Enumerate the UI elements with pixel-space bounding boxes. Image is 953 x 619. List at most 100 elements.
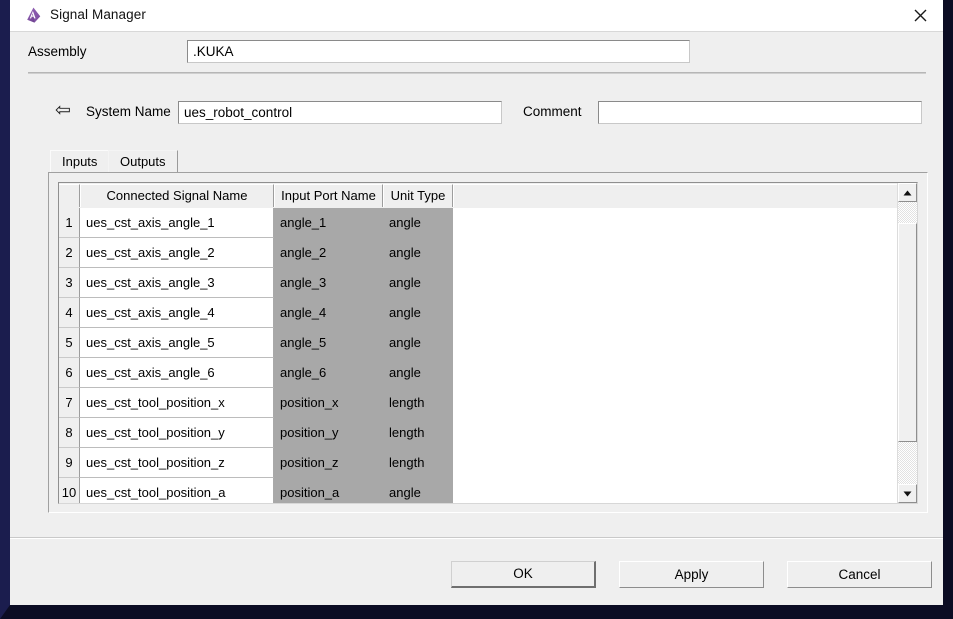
- column-header-unit-type[interactable]: Unit Type: [383, 184, 453, 207]
- unit-type-cell[interactable]: angle: [383, 268, 453, 298]
- row-number-cell[interactable]: 5: [59, 328, 80, 358]
- unit-type-cell[interactable]: angle: [383, 298, 453, 328]
- connected-signal-name-cell[interactable]: ues_cst_tool_position_a: [80, 478, 274, 503]
- tab-inputs-label: Inputs: [62, 154, 97, 169]
- input-port-name-cell[interactable]: angle_6: [274, 358, 383, 388]
- dialog-button-bar: OK Apply Cancel: [10, 547, 943, 605]
- table-row[interactable]: 6ues_cst_axis_angle_6angle_6angle: [59, 358, 898, 388]
- input-port-name-cell[interactable]: angle_3: [274, 268, 383, 298]
- unit-type-cell[interactable]: angle: [383, 208, 453, 238]
- row-empty-area: [453, 388, 898, 418]
- comment-label: Comment: [523, 104, 582, 119]
- footer-divider: [10, 537, 943, 539]
- tab-strip: Inputs Outputs: [50, 150, 928, 172]
- scroll-up-arrow-icon[interactable]: [898, 183, 917, 202]
- table-row[interactable]: 8ues_cst_tool_position_yposition_ylength: [59, 418, 898, 448]
- unit-type-cell[interactable]: length: [383, 388, 453, 418]
- table-row[interactable]: 3ues_cst_axis_angle_3angle_3angle: [59, 268, 898, 298]
- table-row[interactable]: 10ues_cst_tool_position_aposition_aangle: [59, 478, 898, 503]
- unit-type-cell[interactable]: length: [383, 418, 453, 448]
- scroll-down-arrow-icon[interactable]: [898, 484, 917, 503]
- table-header-row: Connected Signal Name Input Port Name Un…: [59, 183, 898, 209]
- row-number-cell[interactable]: 2: [59, 238, 80, 268]
- table-row[interactable]: 2ues_cst_axis_angle_2angle_2angle: [59, 238, 898, 268]
- input-port-name-cell[interactable]: position_x: [274, 388, 383, 418]
- table-row[interactable]: 1ues_cst_axis_angle_1angle_1angle: [59, 208, 898, 238]
- close-icon[interactable]: [897, 0, 943, 30]
- column-header-input-port-name[interactable]: Input Port Name: [274, 184, 383, 207]
- connected-signal-name-cell[interactable]: ues_cst_axis_angle_5: [80, 328, 274, 358]
- connected-signal-name-cell[interactable]: ues_cst_axis_angle_1: [80, 208, 274, 238]
- system-name-input[interactable]: [178, 101, 502, 124]
- tab-outputs-label: Outputs: [120, 154, 166, 169]
- unit-type-cell[interactable]: angle: [383, 328, 453, 358]
- table-row[interactable]: 7ues_cst_tool_position_xposition_xlength: [59, 388, 898, 418]
- row-empty-area: [453, 418, 898, 448]
- scrollbar-track[interactable]: [898, 202, 917, 484]
- assembly-row: Assembly: [10, 31, 943, 73]
- table-row[interactable]: 5ues_cst_axis_angle_5angle_5angle: [59, 328, 898, 358]
- system-name-label: System Name: [86, 104, 171, 119]
- column-header-rownum[interactable]: [59, 184, 80, 207]
- unit-type-cell[interactable]: angle: [383, 478, 453, 503]
- table-viewport: Connected Signal Name Input Port Name Un…: [58, 182, 918, 504]
- row-empty-area: [453, 298, 898, 328]
- input-port-name-cell[interactable]: angle_2: [274, 238, 383, 268]
- row-empty-area: [453, 328, 898, 358]
- input-port-name-cell[interactable]: position_z: [274, 448, 383, 478]
- dialog-window: Signal Manager Assembly ⇦ System Name Co…: [0, 0, 953, 619]
- scrollbar-thumb[interactable]: [898, 223, 917, 442]
- unit-type-cell[interactable]: length: [383, 448, 453, 478]
- back-arrow-icon[interactable]: ⇦: [55, 101, 71, 120]
- table-vertical-scrollbar[interactable]: [897, 183, 917, 503]
- table-body[interactable]: 1ues_cst_axis_angle_1angle_1angle2ues_cs…: [59, 208, 898, 503]
- row-empty-area: [453, 238, 898, 268]
- assembly-input[interactable]: [187, 40, 690, 63]
- row-number-cell[interactable]: 8: [59, 418, 80, 448]
- input-port-name-cell[interactable]: angle_1: [274, 208, 383, 238]
- assembly-label: Assembly: [28, 44, 87, 59]
- row-empty-area: [453, 478, 898, 503]
- connected-signal-name-cell[interactable]: ues_cst_tool_position_z: [80, 448, 274, 478]
- row-number-cell[interactable]: 10: [59, 478, 80, 503]
- connected-signal-name-cell[interactable]: ues_cst_axis_angle_2: [80, 238, 274, 268]
- connected-signal-name-cell[interactable]: ues_cst_tool_position_x: [80, 388, 274, 418]
- dialog-content: Signal Manager Assembly ⇦ System Name Co…: [10, 0, 943, 605]
- system-name-row: ⇦ System Name Comment: [10, 92, 943, 134]
- ok-button[interactable]: OK: [451, 561, 596, 588]
- cancel-button[interactable]: Cancel: [787, 561, 932, 588]
- row-empty-area: [453, 448, 898, 478]
- app-logo-icon: [24, 6, 43, 25]
- row-number-cell[interactable]: 3: [59, 268, 80, 298]
- input-port-name-cell[interactable]: position_y: [274, 418, 383, 448]
- tab-inputs[interactable]: Inputs: [50, 150, 109, 172]
- window-title: Signal Manager: [50, 7, 146, 22]
- input-port-name-cell[interactable]: position_a: [274, 478, 383, 503]
- row-number-cell[interactable]: 4: [59, 298, 80, 328]
- table-row[interactable]: 9ues_cst_tool_position_zposition_zlength: [59, 448, 898, 478]
- row-empty-area: [453, 268, 898, 298]
- table-row[interactable]: 4ues_cst_axis_angle_4angle_4angle: [59, 298, 898, 328]
- tab-outputs[interactable]: Outputs: [108, 150, 178, 172]
- apply-button[interactable]: Apply: [619, 561, 764, 588]
- connected-signal-name-cell[interactable]: ues_cst_tool_position_y: [80, 418, 274, 448]
- input-port-name-cell[interactable]: angle_4: [274, 298, 383, 328]
- row-number-cell[interactable]: 7: [59, 388, 80, 418]
- row-empty-area: [453, 208, 898, 238]
- row-number-cell[interactable]: 1: [59, 208, 80, 238]
- connected-signal-name-cell[interactable]: ues_cst_axis_angle_6: [80, 358, 274, 388]
- row-empty-area: [453, 358, 898, 388]
- title-bar: Signal Manager: [10, 0, 943, 32]
- signals-table: Connected Signal Name Input Port Name Un…: [59, 183, 898, 503]
- header-divider: [28, 72, 926, 74]
- comment-input[interactable]: [598, 101, 922, 124]
- row-number-cell[interactable]: 9: [59, 448, 80, 478]
- unit-type-cell[interactable]: angle: [383, 358, 453, 388]
- row-number-cell[interactable]: 6: [59, 358, 80, 388]
- connected-signal-name-cell[interactable]: ues_cst_axis_angle_3: [80, 268, 274, 298]
- unit-type-cell[interactable]: angle: [383, 238, 453, 268]
- table-group-panel: Connected Signal Name Input Port Name Un…: [48, 172, 928, 513]
- column-header-connected-signal-name[interactable]: Connected Signal Name: [80, 184, 274, 207]
- connected-signal-name-cell[interactable]: ues_cst_axis_angle_4: [80, 298, 274, 328]
- input-port-name-cell[interactable]: angle_5: [274, 328, 383, 358]
